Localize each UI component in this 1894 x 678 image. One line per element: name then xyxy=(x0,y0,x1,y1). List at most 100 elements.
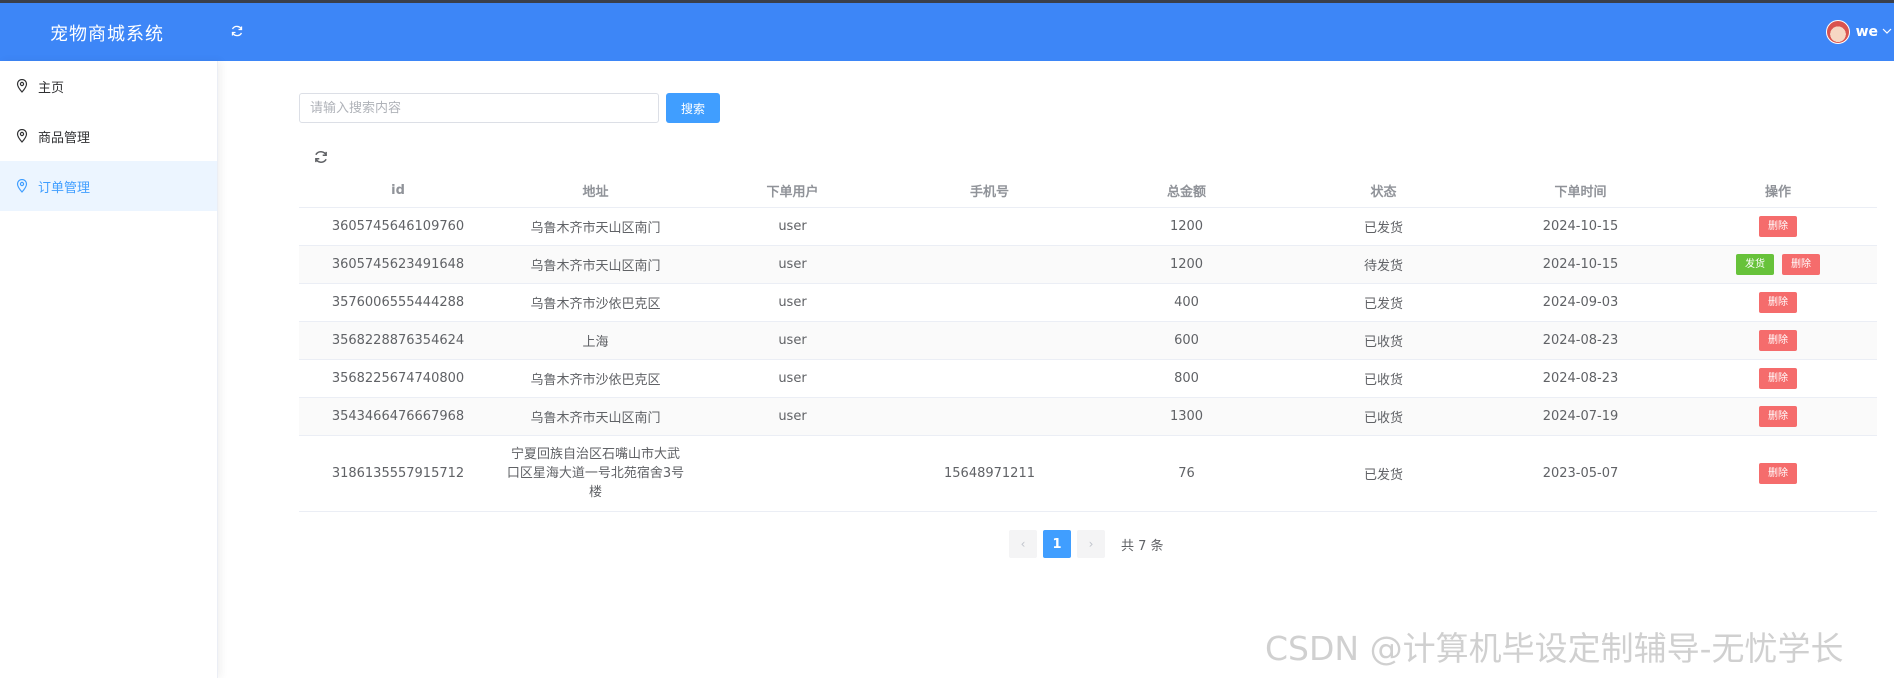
cell-address: 宁夏回族自治区石嘴山市大武 口区星海大道一号北苑宿舍3号 楼 xyxy=(497,435,694,512)
cell-total: 600 xyxy=(1088,321,1285,360)
cell-user: user xyxy=(694,283,891,322)
cell-id: 3186135557915712 xyxy=(299,435,497,512)
table-row: 3568228876354624 上海 user 600 已收货 2024-08… xyxy=(299,321,1877,360)
cell-phone xyxy=(891,283,1088,322)
pagination: ‹ 1 › 共 7 条 xyxy=(1009,530,1164,558)
cell-time: 2024-10-15 xyxy=(1482,207,1679,246)
username[interactable]: we xyxy=(1856,24,1878,40)
cell-user: user xyxy=(694,397,891,436)
column-header-id: id xyxy=(299,175,497,208)
cell-actions: 发货 删除 xyxy=(1679,245,1877,284)
pagination-total: 共 7 条 xyxy=(1121,538,1164,554)
page-number-current[interactable]: 1 xyxy=(1043,530,1071,558)
column-header-total: 总金额 xyxy=(1088,175,1285,208)
cell-phone xyxy=(891,245,1088,284)
cell-actions: 删除 xyxy=(1679,207,1877,246)
cell-id: 3576006555444288 xyxy=(299,283,497,322)
table-row: 3568225674740800 乌鲁木齐市沙依巴克区 user 800 已收货… xyxy=(299,359,1877,398)
cell-time: 2023-05-07 xyxy=(1482,435,1679,512)
cell-id: 3568225674740800 xyxy=(299,359,497,398)
column-header-user: 下单用户 xyxy=(694,175,891,208)
cell-time: 2024-08-23 xyxy=(1482,359,1679,398)
cell-address: 乌鲁木齐市天山区南门 xyxy=(497,397,694,436)
delete-button[interactable]: 删除 xyxy=(1759,462,1797,484)
cell-id: 3605745623491648 xyxy=(299,245,497,284)
cell-address: 乌鲁木齐市天山区南门 xyxy=(497,245,694,284)
table-row: 3576006555444288 乌鲁木齐市沙依巴克区 user 400 已发货… xyxy=(299,283,1877,322)
search-input[interactable] xyxy=(299,93,659,123)
delete-button[interactable]: 删除 xyxy=(1782,253,1820,275)
sidebar-item-orders[interactable]: 订单管理 xyxy=(0,161,217,211)
sidebar-item-home[interactable]: 主页 xyxy=(0,61,217,111)
ship-button[interactable]: 发货 xyxy=(1736,253,1774,275)
sidebar-item-products[interactable]: 商品管理 xyxy=(0,111,217,161)
cell-status: 待发货 xyxy=(1285,245,1482,284)
cell-user: user xyxy=(694,245,891,284)
cell-total: 1300 xyxy=(1088,397,1285,436)
cell-status: 已收货 xyxy=(1285,359,1482,398)
location-pin-icon xyxy=(16,78,28,93)
cell-total: 400 xyxy=(1088,283,1285,322)
table-row: 3605745646109760 乌鲁木齐市天山区南门 user 1200 已发… xyxy=(299,207,1877,246)
cell-time: 2024-08-23 xyxy=(1482,321,1679,360)
cell-status: 已收货 xyxy=(1285,321,1482,360)
cell-phone xyxy=(891,397,1088,436)
cell-total: 76 xyxy=(1088,435,1285,512)
sidebar-item-label: 商品管理 xyxy=(38,130,91,146)
delete-button[interactable]: 删除 xyxy=(1759,215,1797,237)
sidebar-item-label: 订单管理 xyxy=(38,180,91,196)
column-header-actions: 操作 xyxy=(1679,175,1877,208)
cell-id: 3605745646109760 xyxy=(299,207,497,246)
cell-time: 2024-07-19 xyxy=(1482,397,1679,436)
location-pin-icon xyxy=(16,128,28,143)
main-content: 搜索 id 地址 下单用户 手机号 总金额 状态 下单时间 操作 xyxy=(219,61,1894,678)
cell-actions: 删除 xyxy=(1679,283,1877,322)
column-header-address: 地址 xyxy=(497,175,694,208)
cell-user xyxy=(694,435,891,512)
cell-actions: 删除 xyxy=(1679,435,1877,512)
cell-id: 3543466476667968 xyxy=(299,397,497,436)
cell-address: 乌鲁木齐市沙依巴克区 xyxy=(497,359,694,398)
cell-phone xyxy=(891,359,1088,398)
delete-button[interactable]: 删除 xyxy=(1759,329,1797,351)
cell-time: 2024-10-15 xyxy=(1482,245,1679,284)
cell-address: 乌鲁木齐市沙依巴克区 xyxy=(497,283,694,322)
orders-table: id 地址 下单用户 手机号 总金额 状态 下单时间 操作 3605745646… xyxy=(299,175,1877,512)
column-header-status: 状态 xyxy=(1285,175,1482,208)
cell-status: 已发货 xyxy=(1285,283,1482,322)
address-line: 楼 xyxy=(588,484,602,500)
user-menu[interactable]: we xyxy=(1825,18,1894,46)
location-pin-icon xyxy=(16,178,28,193)
prev-page-button[interactable]: ‹ xyxy=(1009,530,1037,558)
cell-user: user xyxy=(694,321,891,360)
delete-button[interactable]: 删除 xyxy=(1759,405,1797,427)
table-row: 3605745623491648 乌鲁木齐市天山区南门 user 1200 待发… xyxy=(299,245,1877,284)
cell-time: 2024-09-03 xyxy=(1482,283,1679,322)
cell-user: user xyxy=(694,207,891,246)
avatar[interactable] xyxy=(1825,20,1850,44)
delete-button[interactable]: 删除 xyxy=(1759,291,1797,313)
search-button[interactable]: 搜索 xyxy=(666,93,720,123)
table-header-row: id 地址 下单用户 手机号 总金额 状态 下单时间 操作 xyxy=(299,175,1877,208)
cell-id: 3568228876354624 xyxy=(299,321,497,360)
cell-total: 1200 xyxy=(1088,245,1285,284)
chevron-down-icon[interactable] xyxy=(1882,27,1892,38)
cell-phone xyxy=(891,321,1088,360)
cell-total: 800 xyxy=(1088,359,1285,398)
column-header-phone: 手机号 xyxy=(891,175,1088,208)
sidebar: 主页 商品管理 订单管理 xyxy=(0,61,218,678)
cell-status: 已发货 xyxy=(1285,207,1482,246)
cell-user: user xyxy=(694,359,891,398)
next-page-button[interactable]: › xyxy=(1077,530,1105,558)
cell-status: 已收货 xyxy=(1285,397,1482,436)
refresh-icon[interactable] xyxy=(313,149,331,167)
cell-phone xyxy=(891,207,1088,246)
refresh-icon[interactable] xyxy=(229,24,245,40)
delete-button[interactable]: 删除 xyxy=(1759,367,1797,389)
app-title: 宠物商城系统 xyxy=(50,24,164,45)
cell-phone: 15648971211 xyxy=(891,435,1088,512)
address-line: 口区星海大道一号北苑宿舍3号 xyxy=(506,465,685,481)
cell-actions: 删除 xyxy=(1679,397,1877,436)
cell-address: 上海 xyxy=(497,321,694,360)
sidebar-item-label: 主页 xyxy=(38,80,65,96)
